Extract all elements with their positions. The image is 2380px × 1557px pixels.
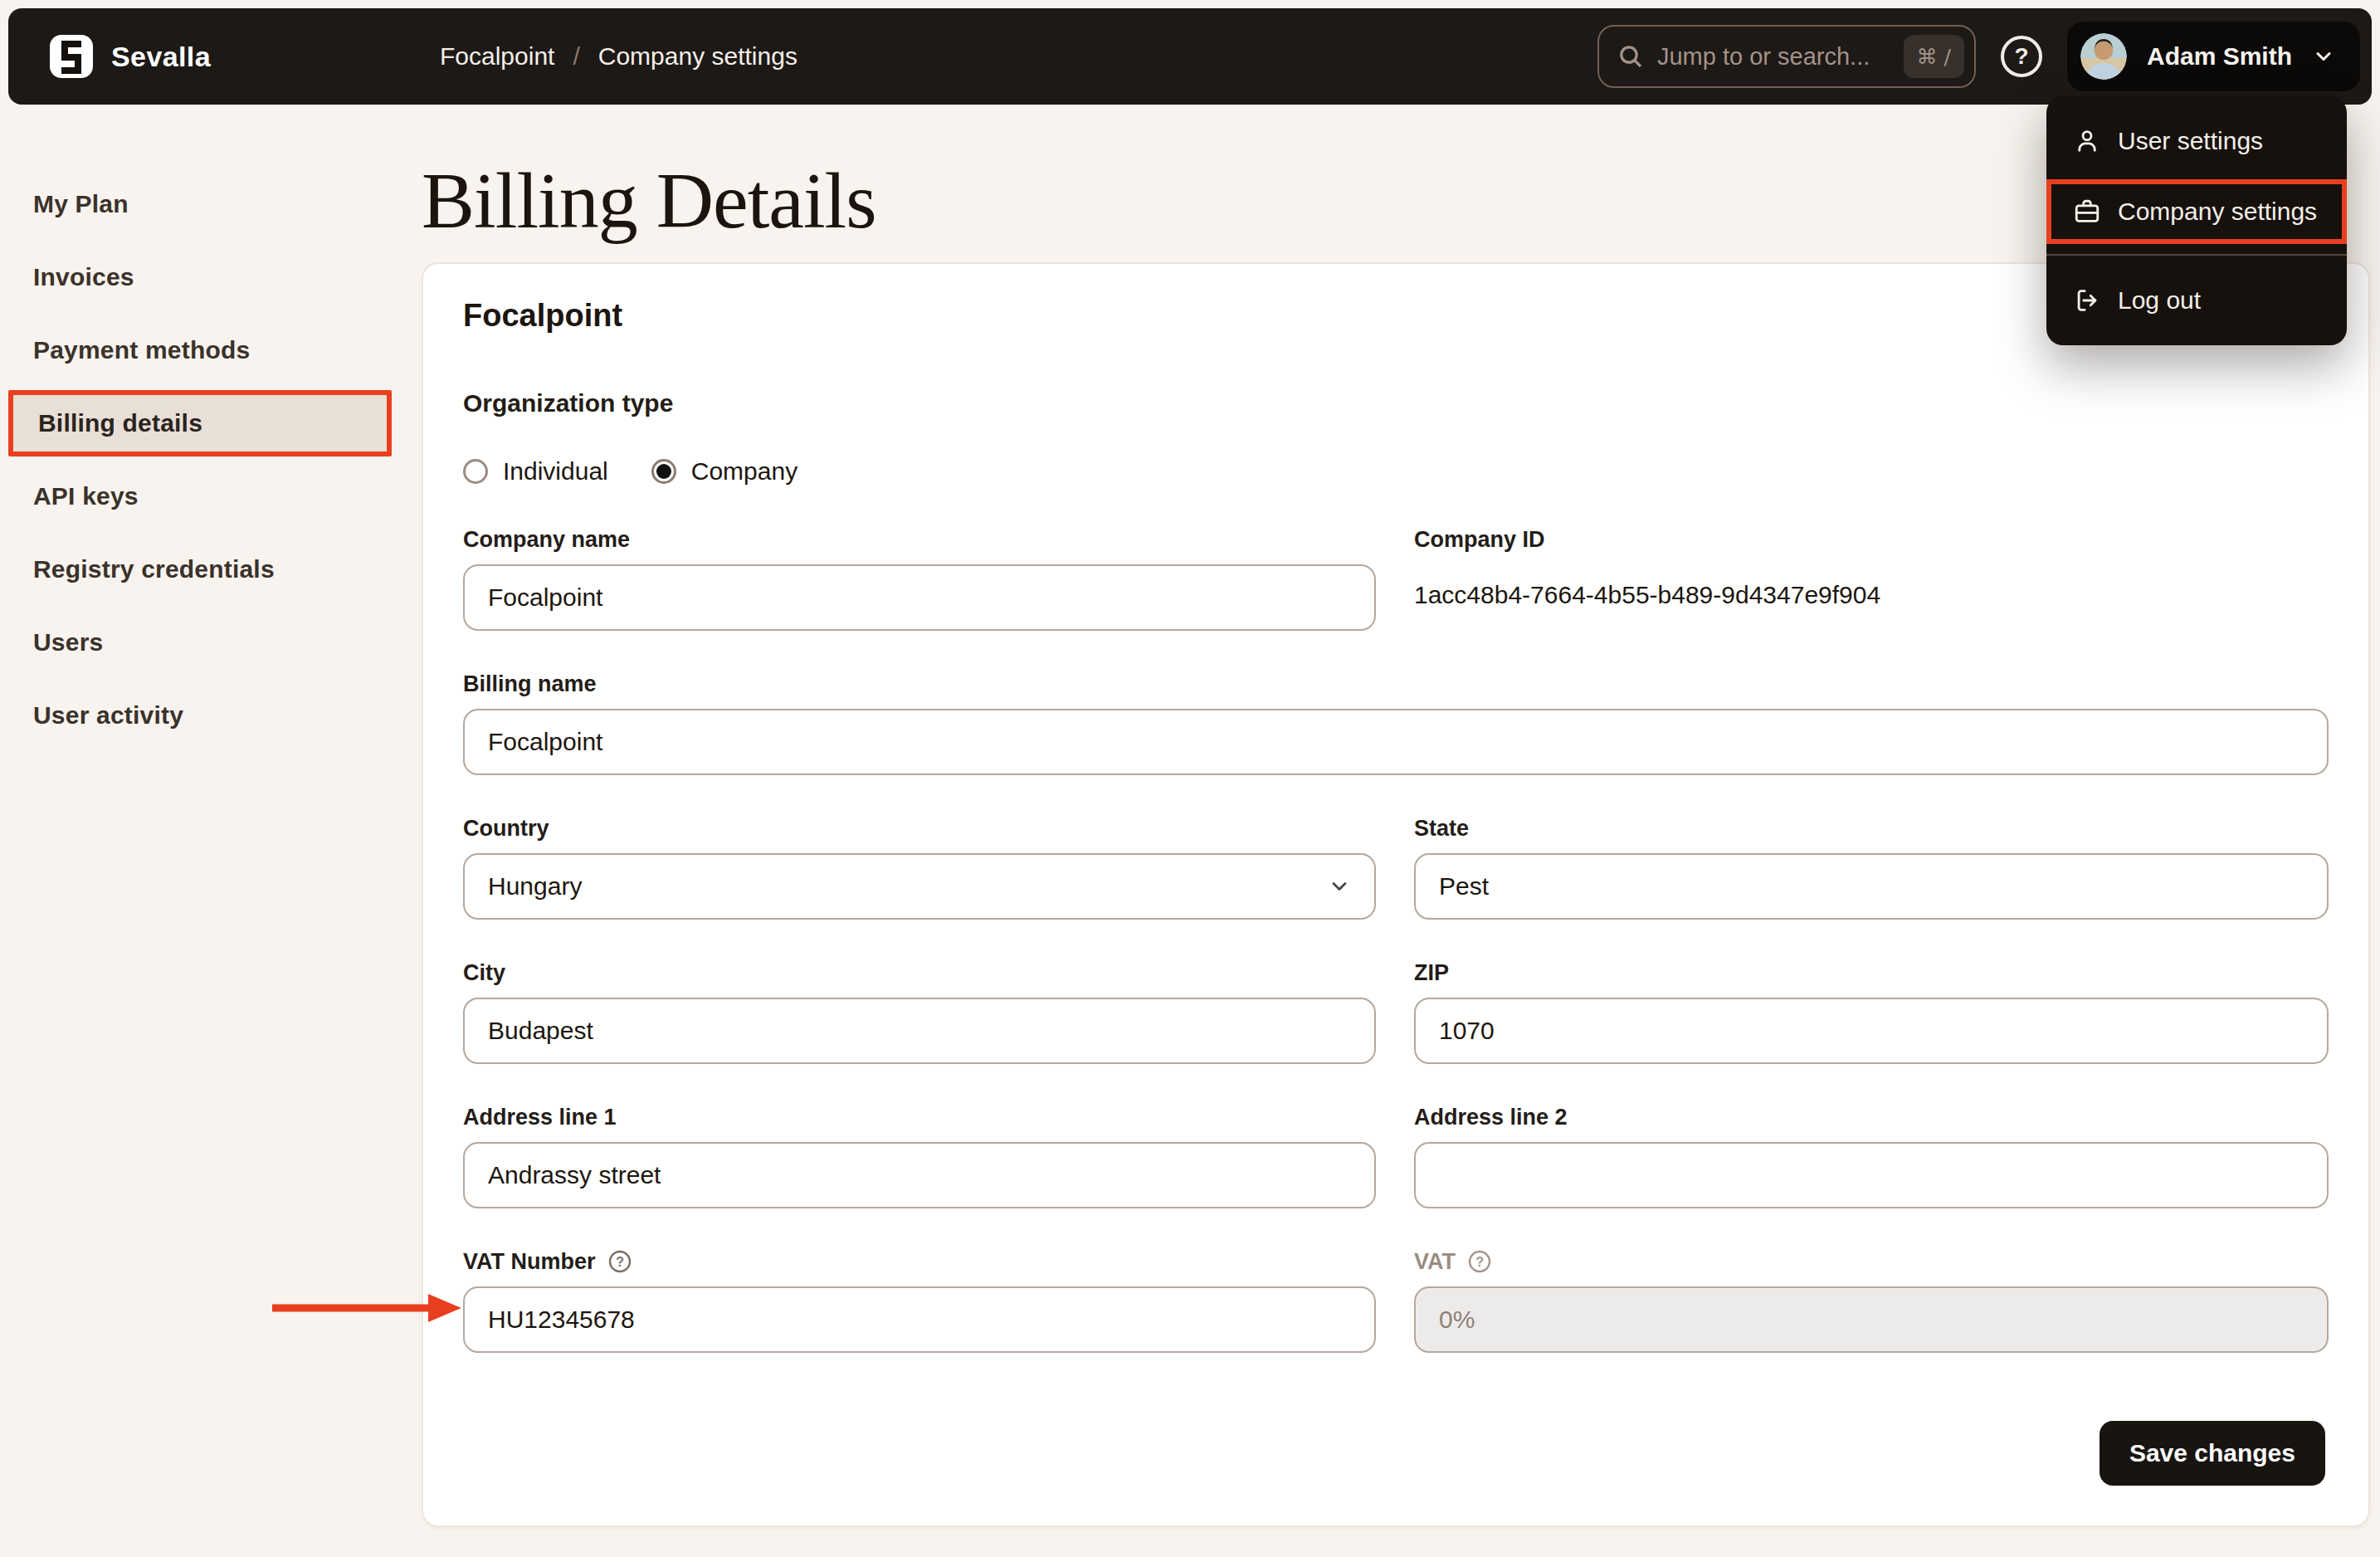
user-icon bbox=[2073, 127, 2101, 155]
sevalla-logo-icon bbox=[50, 35, 93, 78]
address-line-1-label: Address line 1 bbox=[463, 1104, 1376, 1130]
radio-company[interactable] bbox=[651, 459, 676, 484]
billing-name-input[interactable] bbox=[463, 709, 2329, 775]
radio-individual[interactable] bbox=[463, 459, 488, 484]
radio-company-label[interactable]: Company bbox=[691, 457, 797, 486]
search-shortcut-badge: ⌘ / bbox=[1904, 35, 1964, 78]
search-placeholder: Jump to or search... bbox=[1657, 43, 1890, 71]
help-circle-icon[interactable]: ? bbox=[607, 1249, 632, 1274]
sidebar-item-my-plan[interactable]: My Plan bbox=[0, 168, 398, 241]
sidebar-item-user-activity[interactable]: User activity bbox=[0, 679, 398, 752]
company-heading: Focalpoint bbox=[463, 294, 622, 337]
radio-individual-label[interactable]: Individual bbox=[503, 457, 608, 486]
sidebar-item-billing-details[interactable]: Billing details bbox=[8, 390, 392, 456]
sidebar-item-registry-credentials[interactable]: Registry credentials bbox=[0, 533, 398, 606]
company-id-label: Company ID bbox=[1414, 526, 2329, 553]
organization-type-label: Organization type bbox=[463, 387, 673, 420]
sidebar-item-payment-methods[interactable]: Payment methods bbox=[0, 314, 398, 387]
company-name-input[interactable] bbox=[463, 564, 1376, 631]
city-label: City bbox=[463, 959, 1376, 986]
brand-name: Sevalla bbox=[111, 41, 211, 73]
state-input[interactable] bbox=[1414, 853, 2329, 920]
briefcase-icon bbox=[2073, 198, 2101, 226]
address-line-2-label: Address line 2 bbox=[1414, 1104, 2329, 1130]
vat-input bbox=[1414, 1286, 2329, 1353]
menu-item-log-out[interactable]: Log out bbox=[2046, 266, 2347, 335]
breadcrumb: Focalpoint / Company settings bbox=[440, 8, 797, 105]
menu-divider bbox=[2046, 254, 2347, 256]
sidebar-item-invoices[interactable]: Invoices bbox=[0, 241, 398, 314]
company-name-label: Company name bbox=[463, 526, 1376, 553]
brand[interactable]: Sevalla bbox=[50, 35, 211, 78]
help-button[interactable]: ? bbox=[2001, 36, 2042, 77]
help-circle-icon[interactable]: ? bbox=[1467, 1249, 1492, 1274]
city-input[interactable] bbox=[463, 998, 1376, 1064]
zip-label: ZIP bbox=[1414, 959, 2329, 986]
company-id-value: 1acc48b4-7664-4b55-b489-9d4347e9f904 bbox=[1414, 581, 2329, 609]
address-line-1-input[interactable] bbox=[463, 1142, 1376, 1208]
breadcrumb-parent[interactable]: Focalpoint bbox=[440, 42, 554, 71]
menu-item-user-settings[interactable]: User settings bbox=[2046, 106, 2347, 176]
zip-input[interactable] bbox=[1414, 998, 2329, 1064]
breadcrumb-current[interactable]: Company settings bbox=[598, 42, 797, 71]
vat-number-label: VAT Number ? bbox=[463, 1248, 1376, 1275]
menu-item-company-settings[interactable]: Company settings bbox=[2046, 179, 2347, 244]
vat-number-input[interactable] bbox=[463, 1286, 1376, 1353]
menu-item-label: Log out bbox=[2118, 286, 2201, 315]
country-select[interactable]: Hungary bbox=[463, 853, 1376, 920]
menu-item-label: Company settings bbox=[2118, 198, 2317, 226]
organization-type-radios: Individual Company bbox=[463, 448, 797, 495]
address-line-2-input[interactable] bbox=[1414, 1142, 2329, 1208]
user-menu-button[interactable]: Adam Smith bbox=[2067, 22, 2360, 91]
breadcrumb-separator: / bbox=[573, 42, 579, 71]
user-dropdown: User settings Company settings Log out bbox=[2046, 96, 2347, 345]
menu-item-label: User settings bbox=[2118, 127, 2263, 155]
chevron-down-icon bbox=[1328, 875, 1351, 898]
state-label: State bbox=[1414, 815, 2329, 842]
svg-text:?: ? bbox=[1475, 1255, 1484, 1269]
log-out-icon bbox=[2073, 286, 2101, 315]
svg-text:?: ? bbox=[616, 1255, 624, 1269]
chevron-down-icon bbox=[2312, 45, 2335, 68]
billing-name-label: Billing name bbox=[463, 671, 2329, 697]
search-input[interactable]: Jump to or search... ⌘ / bbox=[1597, 25, 1976, 88]
user-name: Adam Smith bbox=[2147, 42, 2292, 71]
sidebar: My Plan Invoices Payment methods Billing… bbox=[0, 168, 398, 752]
search-icon bbox=[1617, 43, 1644, 70]
annotation-arrow bbox=[266, 1281, 473, 1335]
avatar bbox=[2080, 33, 2127, 80]
sidebar-item-users[interactable]: Users bbox=[0, 606, 398, 679]
topbar: Sevalla Focalpoint / Company settings Ju… bbox=[8, 8, 2372, 105]
sidebar-item-api-keys[interactable]: API keys bbox=[0, 460, 398, 533]
page-title: Billing Details bbox=[422, 154, 876, 246]
billing-details-card: Focalpoint Organization type Individual … bbox=[422, 262, 2370, 1527]
save-changes-button[interactable]: Save changes bbox=[2100, 1421, 2325, 1486]
vat-label: VAT ? bbox=[1414, 1248, 2329, 1275]
country-label: Country bbox=[463, 815, 1376, 842]
